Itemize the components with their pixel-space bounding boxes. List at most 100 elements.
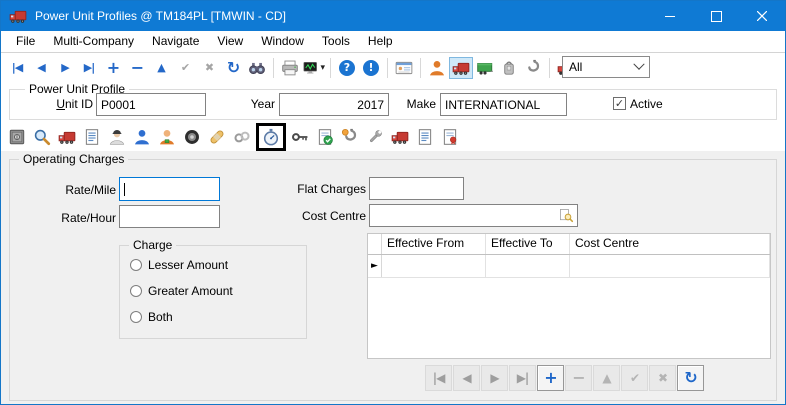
menu-help[interactable]: Help [359, 31, 402, 52]
truck-profile-icon[interactable] [388, 126, 412, 148]
year-input[interactable] [279, 93, 389, 116]
driver-icon[interactable] [425, 57, 449, 79]
grid-refresh-icon: ↻ [684, 370, 696, 386]
menu-window[interactable]: Window [252, 31, 313, 52]
filter-combobox[interactable]: All [562, 56, 650, 78]
close-button[interactable] [739, 1, 785, 31]
chevron-down-icon [633, 59, 644, 70]
menu-view[interactable]: View [208, 31, 252, 52]
license-icon[interactable] [438, 126, 462, 148]
grid-first-button[interactable]: |◀ [425, 365, 452, 391]
details-icon[interactable] [80, 126, 104, 148]
charge-group: Lesser Amount Greater Amount Both [119, 245, 307, 339]
first-record-icon[interactable]: |◀ [5, 57, 29, 79]
grid-add-button[interactable]: + [537, 365, 564, 391]
check-icon: ✓ [615, 98, 624, 109]
monitor-icon[interactable]: ▾ [302, 57, 326, 79]
refresh-icon[interactable]: ↻ [221, 57, 245, 79]
prev-record-icon[interactable]: ◀ [29, 57, 53, 79]
operating-charges-icon[interactable] [259, 126, 283, 148]
search-icon[interactable] [30, 126, 54, 148]
menu-bar: FileMulti-CompanyNavigateViewWindowTools… [1, 31, 785, 53]
grid-col-cost-centre[interactable]: Cost Centre [570, 234, 770, 254]
filter-combobox-value: All [569, 60, 582, 74]
cost-centre-grid[interactable]: Effective FromEffective ToCost Centre ► [367, 233, 771, 359]
flat-charges-input[interactable] [369, 177, 464, 200]
cost-centre-input[interactable] [370, 209, 557, 223]
officer-icon[interactable] [130, 126, 154, 148]
grid-cell[interactable] [382, 255, 486, 277]
window-title: Power Unit Profiles @ TM184PL [TMWIN - C… [35, 9, 286, 23]
trailer-icon[interactable] [473, 57, 497, 79]
storage-icon[interactable] [5, 126, 29, 148]
charge-option-both[interactable]: Both [130, 310, 233, 324]
container-icon[interactable] [497, 57, 521, 79]
radio-icon [130, 311, 142, 323]
current-row-indicator-icon: ► [368, 255, 382, 277]
edit-record-icon[interactable]: ▲ [149, 57, 173, 79]
tire-icon[interactable] [180, 126, 204, 148]
grid-delete-button[interactable]: − [565, 365, 592, 391]
grid-last-button[interactable]: ▶| [509, 365, 536, 391]
unit-id-input[interactable] [96, 93, 206, 116]
close-icon [757, 11, 767, 21]
parts-icon[interactable] [230, 126, 254, 148]
minimize-button[interactable] [647, 1, 693, 31]
menu-file[interactable]: File [7, 31, 44, 52]
grid-col-effective-from[interactable]: Effective From [382, 234, 486, 254]
post-icon[interactable]: ✔ [173, 57, 197, 79]
radio-icon [130, 285, 142, 297]
charge-option-greater-amount[interactable]: Greater Amount [130, 284, 233, 298]
menu-tools[interactable]: Tools [313, 31, 359, 52]
cost-centre-lookup-button[interactable] [557, 206, 576, 225]
grid-post-button[interactable]: ✔ [621, 365, 648, 391]
make-label: Make [399, 97, 436, 111]
lookup-icon [559, 208, 574, 223]
radio-label: Lesser Amount [148, 258, 228, 272]
grid-edit-button[interactable]: ▲ [593, 365, 620, 391]
grid-row[interactable]: ► [368, 255, 770, 278]
find-icon[interactable] [245, 57, 269, 79]
grid-refresh-button[interactable]: ↻ [677, 365, 704, 391]
active-checkbox[interactable]: ✓ [613, 97, 626, 110]
grid-cell[interactable] [570, 255, 770, 277]
grid-prev-icon: ◀ [462, 372, 470, 384]
rate-hour-input[interactable] [119, 205, 220, 228]
menu-navigate[interactable]: Navigate [143, 31, 208, 52]
unit-icon[interactable] [55, 126, 79, 148]
menu-multi-company[interactable]: Multi-Company [44, 31, 143, 52]
repair-icon[interactable] [205, 126, 229, 148]
tow-icon[interactable] [338, 126, 362, 148]
cancel-icon[interactable]: ✖ [197, 57, 221, 79]
grid-next-button[interactable]: ▶ [481, 365, 508, 391]
hook-icon[interactable] [521, 57, 545, 79]
grid-col-effective-to[interactable]: Effective To [486, 234, 570, 254]
inspection-icon[interactable] [313, 126, 337, 148]
add-record-icon[interactable]: + [101, 57, 125, 79]
info-icon[interactable]: ! [359, 57, 383, 79]
make-input[interactable] [440, 93, 567, 116]
next-record-icon[interactable]: ▶ [53, 57, 77, 79]
main-toolbar: |◀◀▶▶|+−▲✔✖↻ ▾?! [1, 54, 785, 81]
grid-navigator: |◀ ◀ ▶▶|+−▲✔✖ ↻ [425, 365, 704, 391]
grid-cell[interactable] [486, 255, 570, 277]
rate-mile-input[interactable] [119, 177, 220, 201]
maximize-button[interactable] [693, 1, 739, 31]
grid-cancel-button[interactable]: ✖ [649, 365, 676, 391]
grid-header-row: Effective FromEffective ToCost Centre [368, 234, 770, 255]
grid-prev-button[interactable]: ◀ [453, 365, 480, 391]
last-record-icon[interactable]: ▶| [77, 57, 101, 79]
charge-option-lesser-amount[interactable]: Lesser Amount [130, 258, 233, 272]
help-icon[interactable]: ? [335, 57, 359, 79]
toolbar-separator [549, 58, 550, 78]
id-card-icon[interactable] [392, 57, 416, 79]
report-icon[interactable] [413, 126, 437, 148]
power-unit-icon[interactable] [449, 57, 473, 79]
maintenance-icon[interactable] [363, 126, 387, 148]
print-icon[interactable] [278, 57, 302, 79]
app-truck-icon [9, 7, 27, 25]
driver-cap-icon[interactable] [105, 126, 129, 148]
owner-icon[interactable] [155, 126, 179, 148]
key-icon[interactable] [288, 126, 312, 148]
delete-record-icon[interactable]: − [125, 57, 149, 79]
